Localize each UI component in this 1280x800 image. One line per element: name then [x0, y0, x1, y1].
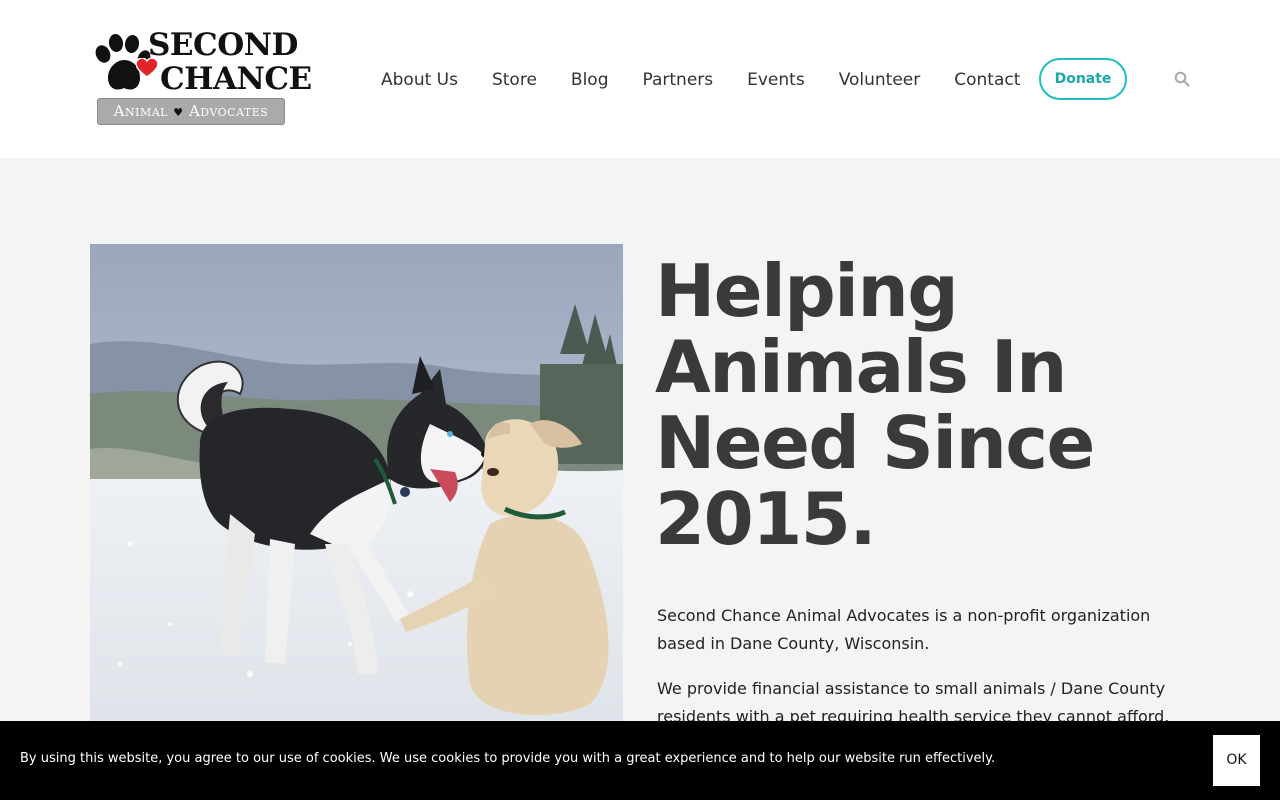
nav-partners[interactable]: Partners: [642, 66, 713, 94]
nav-events[interactable]: Events: [747, 66, 805, 94]
site-header: Second Chance Animal ♥ Advocates About U…: [0, 0, 1280, 158]
nav-about-us[interactable]: About Us: [381, 66, 458, 94]
nav-store[interactable]: Store: [492, 66, 537, 94]
nav-volunteer[interactable]: Volunteer: [839, 66, 921, 94]
donate-button[interactable]: Donate: [1039, 58, 1127, 100]
hero-title-line: Animals In: [655, 325, 1067, 409]
nav-contact[interactable]: Contact: [954, 66, 1020, 94]
heart-icon: [136, 58, 158, 78]
nav-blog[interactable]: Blog: [571, 66, 609, 94]
main-nav: About Us Store Blog Partners Events Volu…: [381, 66, 1020, 94]
cookie-ok-button[interactable]: OK: [1213, 735, 1260, 786]
dogs-in-snow-photo: [90, 244, 623, 721]
hero-title: Helping Animals In Need Since 2015.: [655, 253, 1215, 557]
search-icon[interactable]: [1174, 71, 1190, 87]
logo[interactable]: Second Chance Animal ♥ Advocates: [92, 28, 312, 128]
logo-line2: Chance: [160, 61, 312, 97]
cookie-banner-text: By using this website, you agree to our …: [20, 751, 996, 766]
hero-title-line: 2015.: [655, 477, 877, 561]
logo-subtitle-heart-icon: ♥: [173, 106, 184, 119]
logo-subtitle: Animal ♥ Advocates: [97, 98, 285, 125]
logo-subtitle-left: Animal: [113, 102, 168, 120]
hero-paragraph-1: Second Chance Animal Advocates is a non-…: [657, 606, 1151, 653]
hero-title-line: Helping: [655, 249, 959, 333]
hero-image: [90, 244, 623, 721]
logo-subtitle-right: Advocates: [188, 102, 269, 120]
hero-title-line: Need Since: [655, 401, 1095, 485]
cookie-banner: By using this website, you agree to our …: [0, 721, 1280, 800]
logo-line1: Second: [148, 27, 298, 63]
